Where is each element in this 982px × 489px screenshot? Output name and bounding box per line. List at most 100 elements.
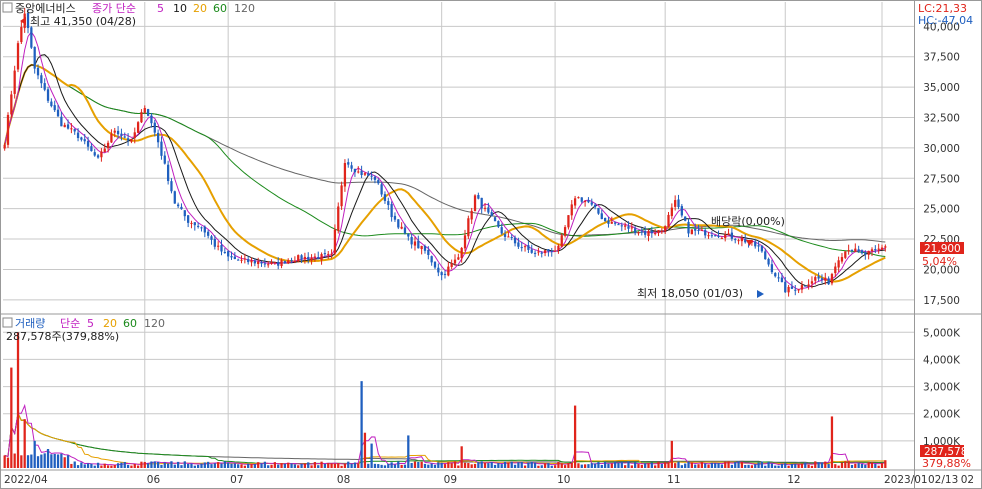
candle-body <box>150 115 153 124</box>
volume-bar <box>507 462 510 468</box>
candle-body <box>303 256 307 260</box>
volume-bar <box>63 457 66 468</box>
candle-body <box>30 27 33 48</box>
volume-bar <box>257 462 260 468</box>
candle-body <box>110 133 113 143</box>
candle-body <box>690 229 693 235</box>
volume-bar <box>483 463 487 468</box>
candle-body <box>243 258 246 260</box>
candle-body <box>200 227 203 229</box>
candle-body <box>567 215 570 228</box>
candle-body <box>797 289 800 291</box>
volume-bar <box>877 465 880 468</box>
volume-bar <box>527 462 530 468</box>
candle-body <box>33 46 36 69</box>
price-badge: 21,900 <box>924 243 961 255</box>
candle-body <box>83 139 86 142</box>
candle-body <box>317 257 320 260</box>
volume-bar <box>720 464 724 468</box>
volume-bar <box>76 465 80 468</box>
candle-body <box>560 235 563 247</box>
vol-ma60-line <box>4 411 886 465</box>
volume-bar <box>684 463 687 468</box>
volume-bar <box>790 464 794 468</box>
volume-bar <box>880 463 884 468</box>
volume-bar <box>490 462 493 468</box>
candle-body <box>290 259 293 261</box>
candle-body <box>550 250 553 253</box>
dividend-annotation: 배당락(0,00%) <box>711 215 785 246</box>
volume-bar <box>13 453 16 468</box>
candle-body <box>430 256 433 263</box>
volume-bar <box>470 464 473 468</box>
candle-body <box>190 222 193 224</box>
volume-bar <box>23 419 26 468</box>
candle-body <box>493 217 497 222</box>
volume-bar <box>864 464 867 468</box>
volume-bar <box>767 461 770 468</box>
volume-bar <box>267 465 270 468</box>
candle-body <box>724 234 727 239</box>
candle-body <box>767 258 770 265</box>
volume-bar <box>310 465 313 468</box>
candle-body <box>257 261 260 265</box>
candle-body <box>400 226 403 229</box>
volume-bar <box>433 464 437 468</box>
volume-bar <box>820 462 824 468</box>
volume-bar <box>457 465 460 468</box>
candle-body <box>680 206 683 216</box>
volume-bar <box>854 463 857 468</box>
volume-bar <box>213 463 216 468</box>
candle-body <box>56 109 60 117</box>
candle-body <box>503 234 507 237</box>
candle-body <box>600 213 603 220</box>
volume-bar <box>290 463 293 468</box>
hc-indicator: HC:-47,04 <box>918 14 973 27</box>
candle-body <box>140 112 143 123</box>
volume-bar <box>637 464 640 468</box>
volume-bar <box>36 456 40 468</box>
volume-bar <box>784 463 787 468</box>
candle-body <box>100 151 103 158</box>
volume-bar <box>487 463 490 468</box>
candle-body <box>830 274 834 284</box>
date-tick-label: 10 <box>557 474 570 486</box>
candle-body <box>780 277 784 283</box>
date-tick-label: 2022/04 <box>4 474 48 486</box>
candle-body <box>383 194 387 201</box>
candlestick-series <box>3 8 887 297</box>
volume-bar <box>794 463 797 468</box>
volume-bar <box>360 381 363 468</box>
volume-name: 거래량 <box>15 317 45 330</box>
volume-tick-label: 3,000K <box>923 382 961 394</box>
volume-bar <box>597 462 600 468</box>
volume-bar <box>600 464 603 468</box>
candle-body <box>267 264 270 266</box>
volume-bar <box>437 462 440 468</box>
candle-body <box>864 252 867 255</box>
candle-body <box>704 230 707 236</box>
volume-bar <box>323 463 327 468</box>
candle-body <box>6 114 10 145</box>
volume-bar <box>40 454 43 468</box>
volume-bar <box>624 465 627 468</box>
volume-bar <box>210 464 213 468</box>
volume-bar <box>804 462 807 468</box>
volume-bar <box>413 461 417 468</box>
volume-bar <box>513 464 517 468</box>
volume-bar <box>240 464 243 468</box>
volume-bar <box>747 464 750 468</box>
candle-body <box>577 197 580 199</box>
volume-bar <box>634 462 637 468</box>
legend-box-icon <box>2 2 13 13</box>
candle-body <box>26 13 30 29</box>
volume-bar <box>353 462 357 468</box>
volume-bar <box>770 463 774 468</box>
candle-body <box>794 289 797 291</box>
candle-body <box>537 251 540 253</box>
candle-body <box>407 233 410 237</box>
candle-body <box>607 220 610 224</box>
candle-body <box>253 260 256 264</box>
volume-bar <box>674 463 677 468</box>
candle-body <box>667 214 670 227</box>
